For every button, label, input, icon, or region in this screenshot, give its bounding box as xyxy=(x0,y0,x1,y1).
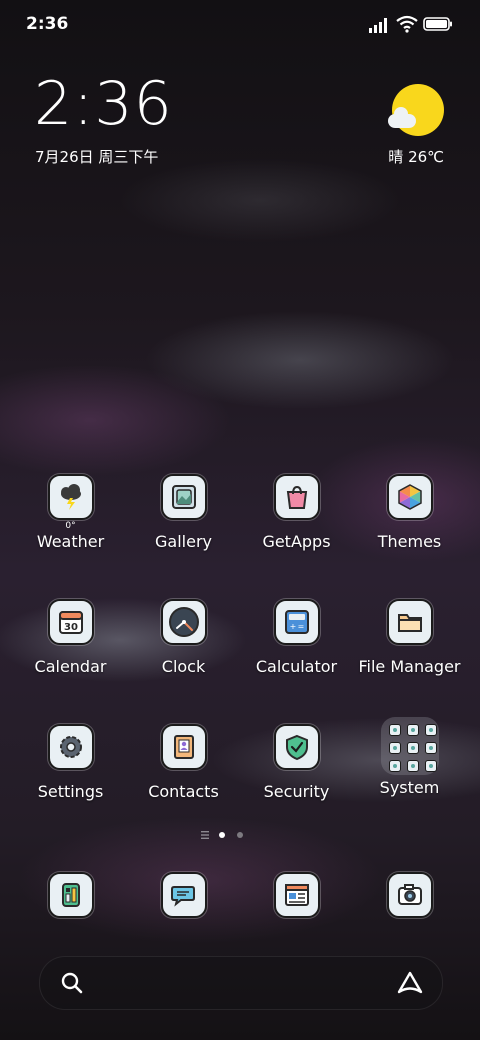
calculator-icon: + = xyxy=(273,599,320,645)
status-bar: 2:36 xyxy=(0,0,480,50)
search-bar[interactable] xyxy=(39,956,443,1010)
browser-icon xyxy=(273,872,320,918)
app-label: Calendar xyxy=(34,657,107,676)
app-label: Weather xyxy=(36,532,105,551)
phone-icon xyxy=(47,872,94,918)
app-label: Calculator xyxy=(255,657,338,676)
status-time: 2:36 xyxy=(26,14,69,34)
assistant-icon[interactable] xyxy=(396,970,424,996)
weather-icon: 0° xyxy=(47,474,94,531)
file-manager-icon xyxy=(386,599,433,645)
menu-lines-icon xyxy=(201,831,209,839)
calendar-day: 30 xyxy=(64,622,78,633)
app-label: Themes xyxy=(377,532,442,551)
battery-icon xyxy=(423,17,452,31)
app-security[interactable]: Security xyxy=(240,724,353,801)
weather-widget[interactable]: 晴 26℃ xyxy=(364,84,444,174)
themes-icon xyxy=(386,474,433,520)
app-contacts[interactable]: Contacts xyxy=(127,724,240,801)
search-icon[interactable] xyxy=(60,971,84,995)
weather-temp-small: 0° xyxy=(65,521,76,531)
app-themes[interactable]: Themes xyxy=(353,474,466,551)
app-label: Gallery xyxy=(155,532,212,551)
app-calendar[interactable]: 30 Calendar xyxy=(14,599,127,676)
camera-icon xyxy=(386,872,433,918)
app-folder-system[interactable]: System xyxy=(353,717,466,797)
app-getapps[interactable]: GetApps xyxy=(240,474,353,551)
signal-icon xyxy=(369,18,387,33)
wifi-icon xyxy=(396,15,418,33)
contacts-icon xyxy=(160,724,207,770)
dock-messages[interactable] xyxy=(127,872,240,918)
app-label: System xyxy=(379,778,440,797)
lockscreen-clock[interactable]: 2:36 xyxy=(34,74,173,134)
page-dot xyxy=(237,832,243,838)
settings-icon xyxy=(47,724,94,770)
app-gallery[interactable]: Gallery xyxy=(127,474,240,551)
svg-text:=: = xyxy=(297,622,304,631)
messages-icon xyxy=(160,872,207,918)
app-calculator[interactable]: + = Calculator xyxy=(240,599,353,676)
app-label: Contacts xyxy=(148,782,219,801)
dock-camera[interactable] xyxy=(353,872,466,918)
app-file-manager[interactable]: File Manager xyxy=(353,599,466,676)
weather-temperature: 晴 26℃ xyxy=(388,148,444,166)
app-label: GetApps xyxy=(262,532,331,551)
app-weather[interactable]: 0° Weather xyxy=(14,474,127,551)
calendar-icon: 30 xyxy=(47,599,94,645)
security-icon xyxy=(273,724,320,770)
dock-browser[interactable] xyxy=(240,872,353,918)
app-clock[interactable]: Clock xyxy=(127,599,240,676)
folder-icon xyxy=(380,717,439,775)
date-text: 7月26日 周三下午 xyxy=(35,148,159,166)
app-label: Settings xyxy=(37,782,104,801)
gallery-icon xyxy=(160,474,207,520)
clock-icon xyxy=(160,599,207,645)
app-label: File Manager xyxy=(358,657,461,676)
app-settings[interactable]: Settings xyxy=(14,724,127,801)
svg-text:+: + xyxy=(289,622,296,631)
app-label: Clock xyxy=(161,657,206,676)
app-label: Security xyxy=(263,782,330,801)
cloud-icon xyxy=(388,107,416,128)
page-dot-active xyxy=(219,832,225,838)
getapps-icon xyxy=(273,474,320,520)
dock-phone[interactable] xyxy=(14,872,127,918)
page-indicator[interactable] xyxy=(0,830,480,840)
